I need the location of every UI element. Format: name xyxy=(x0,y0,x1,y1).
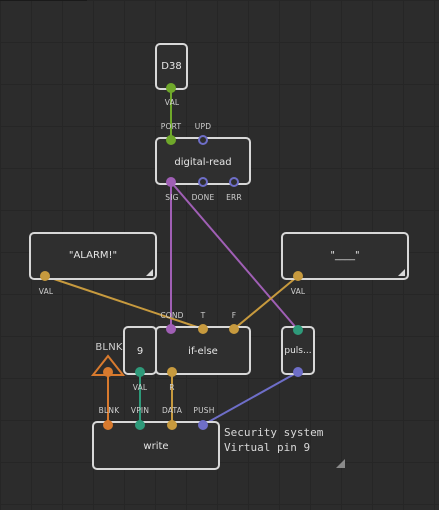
pin-write-data[interactable] xyxy=(167,420,177,430)
node-d38-title: D38 xyxy=(161,61,182,72)
pin-cond[interactable] xyxy=(166,324,176,334)
pin-f[interactable] xyxy=(229,324,239,334)
pin-err[interactable] xyxy=(229,177,239,187)
pin-pulse-out[interactable] xyxy=(293,367,303,377)
link-pulse-push xyxy=(202,371,299,426)
pin-blank-val-label: VAL xyxy=(290,287,306,296)
pin-err-label: ERR xyxy=(226,193,242,202)
blink-marker-label: BLNK xyxy=(95,342,123,353)
node-pulse-title: puls... xyxy=(284,346,312,356)
string-corner-icon xyxy=(398,269,405,276)
pin-done[interactable] xyxy=(198,177,208,187)
pin-done-label: DONE xyxy=(191,193,215,202)
pin-r[interactable] xyxy=(167,367,177,377)
pin-t[interactable] xyxy=(198,324,208,334)
pin-write-blnk[interactable] xyxy=(103,420,113,430)
comment-line-2: Virtual pin 9 xyxy=(224,441,311,454)
node-virtual-pin-title: 9 xyxy=(136,346,144,357)
pin-upd[interactable] xyxy=(198,135,208,145)
comment-text[interactable]: Security system Virtual pin 9 xyxy=(224,425,323,455)
pin-port-label: PORT xyxy=(160,122,182,131)
pin-upd-label: UPD xyxy=(194,122,212,131)
node-digital-read-title: digital-read xyxy=(174,157,232,168)
comment-line-1: Security system xyxy=(224,426,324,439)
pin-sig-label: SIG xyxy=(165,193,179,202)
pin-blank-val[interactable] xyxy=(293,271,303,281)
node-write-title: write xyxy=(143,441,169,452)
pin-alarm-val[interactable] xyxy=(40,271,50,281)
pin-f-label: F xyxy=(231,311,237,320)
pin-write-push[interactable] xyxy=(198,420,208,430)
pin-t-label: T xyxy=(200,311,206,320)
pin-sig[interactable] xyxy=(166,177,176,187)
pin-alarm-val-label: VAL xyxy=(38,287,54,296)
pin-port[interactable] xyxy=(166,135,176,145)
link-alarm-t xyxy=(44,275,204,330)
pin-write-blnk-label: BLNK xyxy=(98,406,120,415)
node-if-else-title: if-else xyxy=(188,346,218,357)
pin-d38-val-label: VAL xyxy=(164,98,180,107)
pin-write-vpin-label: VPIN xyxy=(130,406,150,415)
comment-resize-handle[interactable] xyxy=(336,459,345,468)
pin-virtual-val[interactable] xyxy=(135,367,145,377)
link-blank-f xyxy=(233,275,299,330)
node-alarm-string-title: "ALARM!" xyxy=(68,250,118,261)
pin-write-push-label: PUSH xyxy=(193,406,215,415)
pin-pulse-in[interactable] xyxy=(293,325,303,335)
pin-cond-label: COND xyxy=(160,311,184,320)
string-corner-icon xyxy=(146,269,153,276)
link-sig-pulse xyxy=(170,181,299,331)
pin-blink-marker[interactable] xyxy=(103,367,113,377)
node-blank-string-title: "____" xyxy=(330,250,360,261)
pin-r-label: R xyxy=(169,383,175,392)
pin-d38-val[interactable] xyxy=(166,83,176,93)
pin-write-data-label: DATA xyxy=(161,406,183,415)
pin-virtual-val-label: VAL xyxy=(132,383,148,392)
pin-write-vpin[interactable] xyxy=(135,420,145,430)
